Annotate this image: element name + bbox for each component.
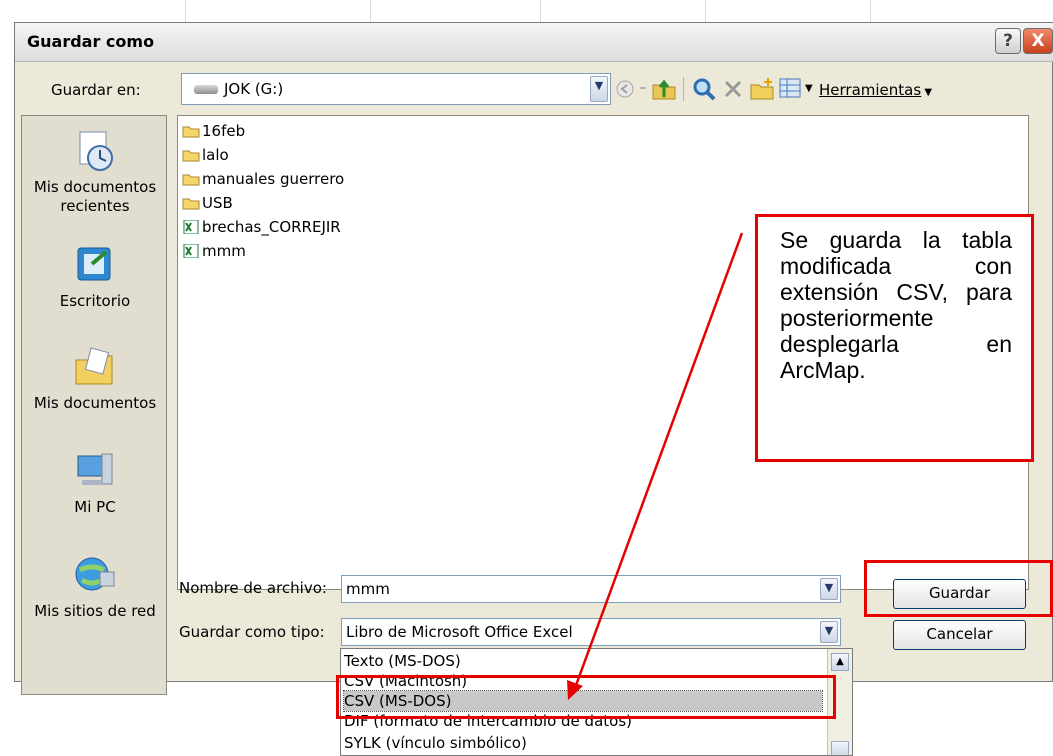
annotation-box: Se guarda la tabla modificada con extens… [755,214,1034,462]
folder-icon [182,146,200,162]
excel-file-icon [182,218,200,235]
separator-dash [640,87,646,89]
new-folder-icon[interactable] [749,77,775,101]
place-recent-documents[interactable]: Mis documentos recientes [22,128,168,216]
list-item[interactable]: lalo [182,144,229,166]
scroll-up-icon[interactable]: ▲ [831,653,849,671]
save-in-label: Guardar en: [51,81,141,99]
place-network[interactable]: Mis sitios de red [22,552,168,621]
filename-value: mmm [346,580,390,598]
filename-label: Nombre de archivo: [179,579,327,597]
views-icon[interactable] [779,77,801,99]
excel-file-icon [182,242,200,259]
title-bar: Guardar como ? X [15,23,1053,62]
place-my-documents[interactable]: Mis documentos [22,344,168,413]
cancel-button[interactable]: Cancelar [893,620,1026,650]
save-in-value: JOK (G:) [224,80,284,98]
option-item[interactable]: SYLK (vínculo simbólico) [344,733,822,753]
file-type-dropdown[interactable]: Libro de Microsoft Office Excel ▼ [341,618,841,646]
tools-menu[interactable]: Herramientas ▼ [819,81,932,99]
list-item[interactable]: brechas_CORREJIR [182,216,341,238]
my-documents-icon [72,344,118,390]
views-dropdown-arrow-icon[interactable]: ▼ [805,83,813,94]
chevron-down-icon[interactable]: ▼ [820,621,838,643]
toolbar-divider [683,77,684,101]
my-computer-icon [72,448,118,494]
list-item[interactable]: manuales guerrero [182,168,344,190]
help-button[interactable]: ? [995,28,1021,54]
drive-icon [194,85,218,94]
close-button[interactable]: X [1023,28,1053,54]
list-item[interactable]: 16feb [182,120,245,142]
recent-documents-icon [72,128,118,174]
delete-icon[interactable] [723,79,743,99]
folder-icon [182,194,200,210]
file-type-value: Libro de Microsoft Office Excel [346,623,573,641]
save-button-highlight [864,560,1053,617]
up-folder-icon[interactable] [651,77,677,101]
csv-option-highlight [336,675,836,719]
desktop-icon [72,242,118,288]
option-item[interactable]: Texto (MS-DOS) [344,651,822,671]
chevron-down-icon[interactable]: ▼ [590,76,608,102]
scroll-thumb[interactable] [831,741,849,755]
search-web-icon[interactable] [691,76,717,102]
save-in-dropdown[interactable]: JOK (G:) ▼ [181,73,611,105]
filename-input[interactable]: mmm ▼ [341,575,841,603]
place-desktop[interactable]: Escritorio [22,242,168,311]
folder-icon [182,122,200,138]
list-item[interactable]: mmm [182,240,246,262]
file-type-label: Guardar como tipo: [179,623,325,641]
list-item[interactable]: USB [182,192,233,214]
back-icon[interactable] [615,79,635,99]
folder-icon [182,170,200,186]
chevron-down-icon[interactable]: ▼ [820,578,838,600]
places-bar: Mis documentos recientes Escritorio Mis … [21,115,167,695]
network-places-icon [72,552,118,598]
place-my-computer[interactable]: Mi PC [22,448,168,517]
annotation-text: Se guarda la tabla modificada con extens… [780,227,1012,383]
dialog-title: Guardar como [27,32,155,51]
